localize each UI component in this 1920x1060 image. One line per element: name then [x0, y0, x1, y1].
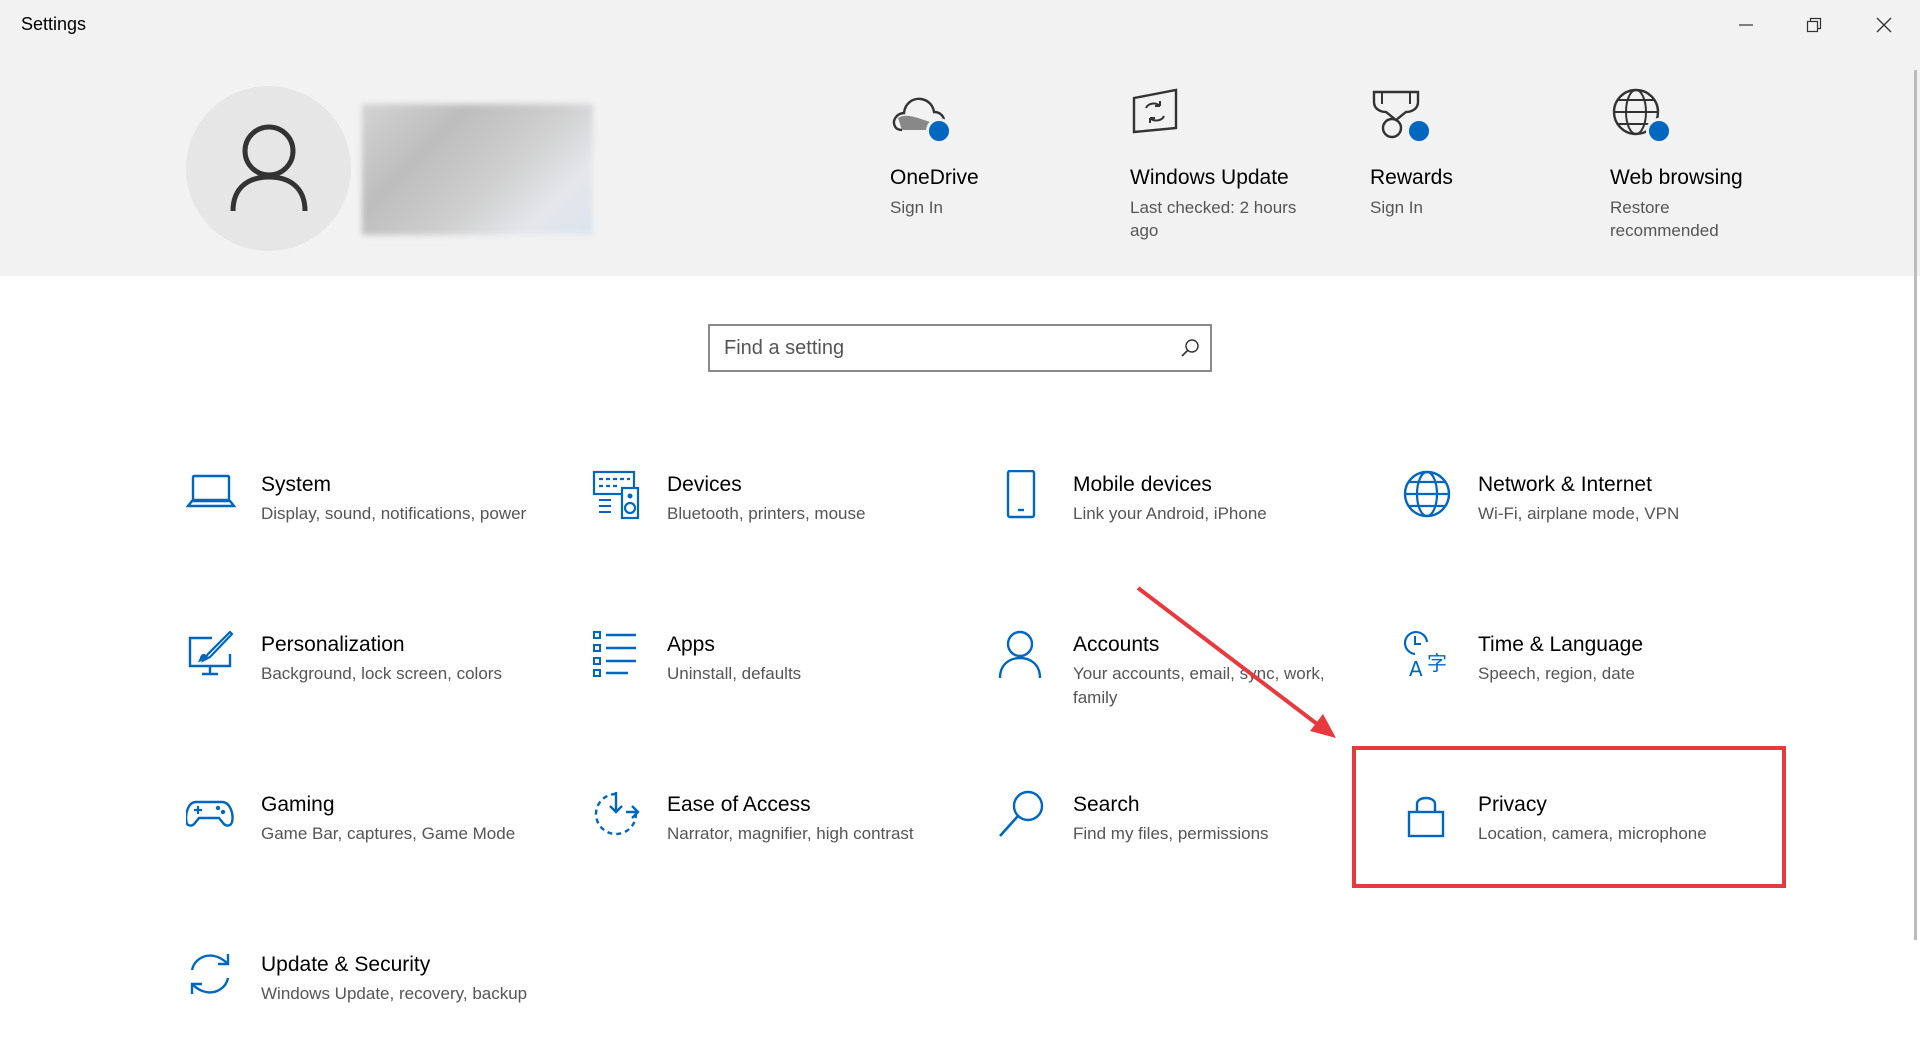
category-title: Personalization [261, 633, 405, 656]
category-title: Ease of Access [667, 793, 811, 816]
notification-dot [926, 118, 952, 144]
category-title: Update & Security [261, 953, 431, 976]
scrollbar[interactable] [1914, 70, 1917, 940]
globe-icon [1403, 470, 1451, 518]
category-time-language[interactable]: A 字 Time & Language Speech, region, date [1403, 630, 1783, 740]
category-subtitle: Speech, region, date [1478, 664, 1635, 683]
category-devices[interactable]: Devices Bluetooth, printers, mouse [592, 470, 972, 580]
clock-language-icon: A 字 [1403, 630, 1447, 680]
search-icon[interactable] [1180, 338, 1200, 358]
phone-icon [1006, 470, 1036, 519]
title-bar: Settings [0, 0, 1920, 50]
avatar[interactable] [186, 86, 351, 251]
category-mobile-devices[interactable]: Mobile devices Link your Android, iPhone [998, 470, 1378, 580]
quick-tile-onedrive[interactable]: OneDrive Sign In [890, 86, 1110, 219]
keyboard-speaker-icon [592, 470, 640, 520]
close-button[interactable] [1850, 0, 1918, 50]
restore-button[interactable] [1780, 0, 1848, 50]
annotation-arrow [1136, 586, 1336, 738]
category-title: Time & Language [1478, 633, 1643, 656]
annotation-highlight-box [1352, 746, 1786, 888]
rewards-trophy-icon [1370, 86, 1434, 146]
restore-icon [1806, 17, 1822, 33]
magnifier-icon [999, 790, 1044, 837]
search-box[interactable] [708, 324, 1212, 372]
category-subtitle: Wi-Fi, airplane mode, VPN [1478, 504, 1680, 523]
category-subtitle: Display, sound, notifications, power [261, 504, 527, 523]
category-title: Search [1073, 793, 1140, 816]
quick-tile-subtitle: Last checked: 2 hours ago [1130, 198, 1297, 240]
category-subtitle: Background, lock screen, colors [261, 664, 502, 683]
paint-brush-icon [188, 630, 234, 676]
svg-text:A: A [1409, 657, 1423, 680]
category-subtitle: Game Bar, captures, Game Mode [261, 824, 516, 843]
category-network-internet[interactable]: Network & Internet Wi-Fi, airplane mode,… [1403, 470, 1783, 580]
quick-tile-title: Windows Update [1130, 166, 1289, 189]
minimize-button[interactable] [1712, 0, 1780, 50]
quick-tile-subtitle: Sign In [890, 198, 943, 217]
minimize-icon [1739, 24, 1753, 26]
quick-tile-subtitle: Sign In [1370, 198, 1423, 217]
category-subtitle: Find my files, permissions [1073, 824, 1269, 843]
category-subtitle: Bluetooth, printers, mouse [667, 504, 866, 523]
category-ease-of-access[interactable]: Ease of Access Narrator, magnifier, high… [592, 790, 972, 900]
svg-text:字: 字 [1427, 651, 1447, 675]
gamepad-icon [186, 800, 234, 827]
category-apps[interactable]: Apps Uninstall, defaults [592, 630, 972, 740]
quick-tile-title: Web browsing [1610, 166, 1743, 189]
category-subtitle: Narrator, magnifier, high contrast [667, 824, 914, 843]
category-title: Network & Internet [1478, 473, 1652, 496]
quick-tile-title: OneDrive [890, 166, 979, 189]
onedrive-cloud-icon [890, 86, 954, 146]
quick-tile-subtitle: Restore recommended [1610, 198, 1719, 240]
user-name-blurred [362, 104, 593, 235]
category-update-security[interactable]: Update & Security Windows Update, recove… [186, 950, 566, 1060]
category-subtitle: Link your Android, iPhone [1073, 504, 1267, 523]
category-title: Mobile devices [1073, 473, 1212, 496]
quick-tile-rewards[interactable]: Rewards Sign In [1370, 86, 1590, 219]
apps-list-icon [593, 631, 636, 677]
notification-dot [1406, 118, 1432, 144]
quick-tile-title: Rewards [1370, 166, 1453, 189]
category-title: Devices [667, 473, 742, 496]
category-title: Apps [667, 633, 715, 656]
category-subtitle: Uninstall, defaults [667, 664, 802, 683]
close-icon [1876, 17, 1892, 33]
quick-tile-windows-update[interactable]: Windows Update Last checked: 2 hours ago [1130, 86, 1350, 242]
notification-dot [1646, 118, 1672, 144]
search-input[interactable] [724, 335, 1164, 361]
category-personalization[interactable]: Personalization Background, lock screen,… [186, 630, 566, 740]
globe-icon [1610, 86, 1674, 146]
user-icon [230, 124, 307, 211]
category-title: Gaming [261, 793, 335, 816]
category-gaming[interactable]: Gaming Game Bar, captures, Game Mode [186, 790, 566, 900]
ease-of-access-icon [594, 792, 640, 836]
sync-arrows-icon [190, 954, 230, 994]
category-subtitle: Windows Update, recovery, backup [261, 984, 528, 1003]
person-icon [998, 630, 1042, 679]
quick-tile-web-browsing[interactable]: Web browsing Restore recommended [1610, 86, 1830, 242]
category-title: System [261, 473, 332, 496]
category-search[interactable]: Search Find my files, permissions [998, 790, 1378, 900]
category-system[interactable]: System Display, sound, notifications, po… [186, 470, 566, 580]
windows-update-icon [1130, 86, 1194, 146]
laptop-icon [186, 474, 236, 508]
window-title: Settings [21, 14, 87, 34]
